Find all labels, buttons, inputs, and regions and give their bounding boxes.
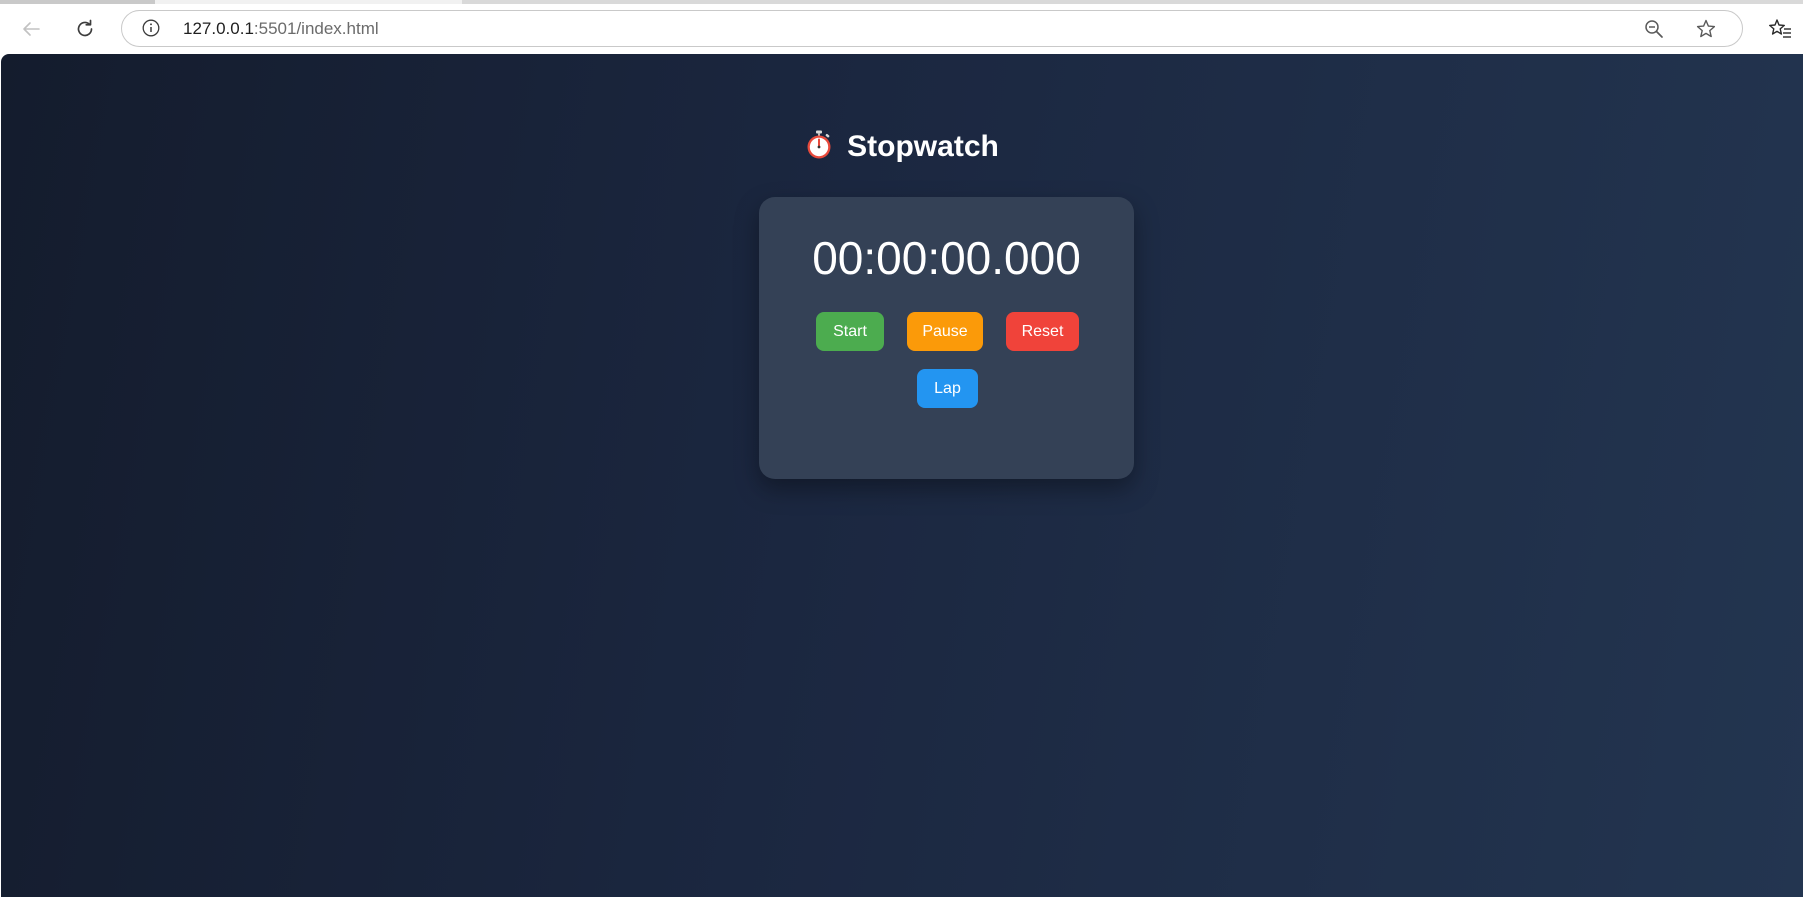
lap-list: [789, 423, 1104, 453]
tab[interactable]: [0, 0, 155, 4]
stopwatch-icon: [807, 130, 831, 159]
back-button[interactable]: [14, 12, 48, 46]
reload-button[interactable]: [68, 12, 102, 46]
reload-icon: [77, 19, 93, 37]
favorites-icon[interactable]: [1768, 17, 1792, 41]
back-arrow-icon: [23, 22, 40, 36]
favorite-star-icon[interactable]: [1695, 18, 1717, 40]
tab-strip: [0, 0, 1803, 4]
url-text[interactable]: 127.0.0.1:5501/index.html: [183, 19, 379, 39]
url-path: :5501/index.html: [253, 19, 379, 38]
page-title: Stopwatch: [1, 130, 1803, 164]
stopwatch-card: 00:00:00.000 Start Pause Reset Lap: [759, 197, 1134, 479]
lap-button[interactable]: Lap: [917, 369, 978, 408]
start-button[interactable]: Start: [816, 312, 884, 351]
info-icon[interactable]: [142, 19, 160, 37]
page-title-text: Stopwatch: [847, 130, 999, 163]
url-host: 127.0.0.1: [183, 19, 254, 38]
tab[interactable]: [462, 0, 1803, 4]
time-display: 00:00:00.000: [812, 232, 1081, 284]
pause-button[interactable]: Pause: [907, 312, 983, 351]
page-viewport: Stopwatch 00:00:00.000 Start Pause Reset…: [1, 54, 1803, 897]
browser-toolbar: 127.0.0.1:5501/index.html: [0, 0, 1803, 54]
reset-button[interactable]: Reset: [1006, 312, 1079, 351]
address-bar[interactable]: 127.0.0.1:5501/index.html: [121, 10, 1743, 47]
zoom-out-icon[interactable]: [1644, 19, 1664, 39]
